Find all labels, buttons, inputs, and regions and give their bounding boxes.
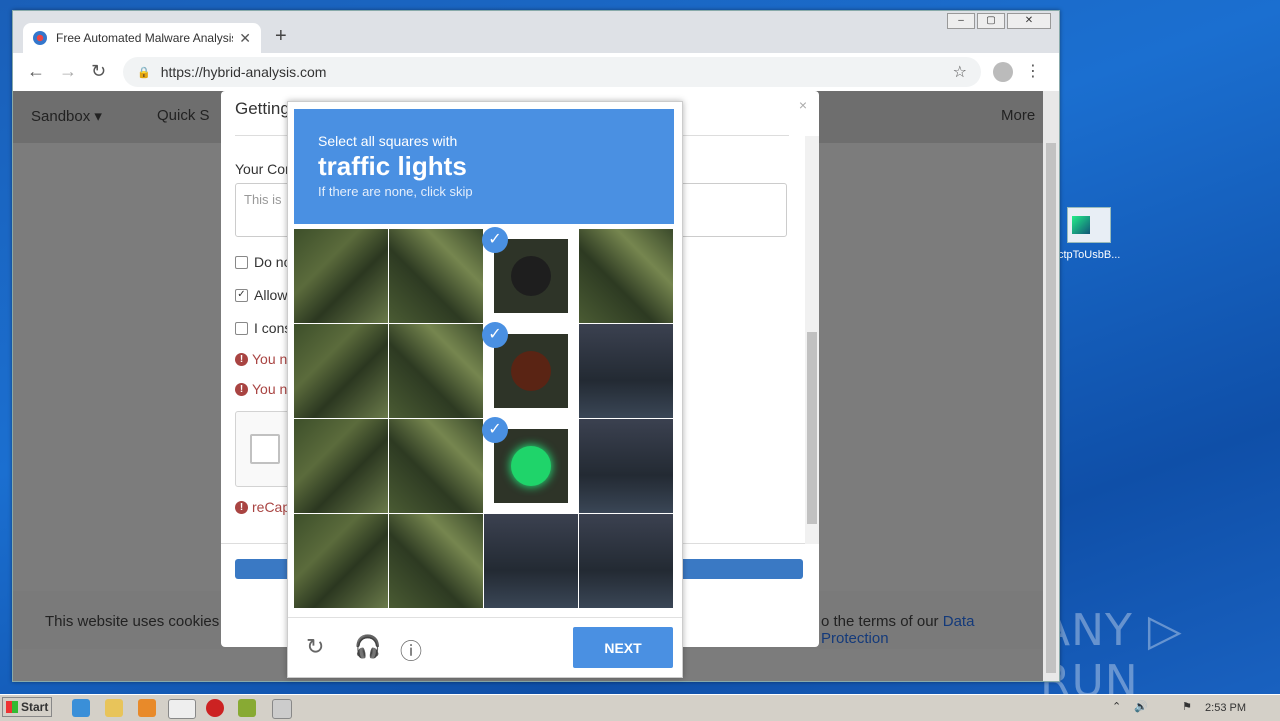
error-message: ! You n [235, 351, 287, 367]
desktop-icon-label: ctpToUsbB... [1058, 249, 1121, 261]
bookmark-star-icon[interactable]: ☆ [953, 62, 967, 82]
recaptcha-challenge: Select all squares with traffic lights I… [287, 101, 683, 678]
reload-icon[interactable]: ↻ [91, 61, 106, 82]
captcha-tile[interactable]: ✓ [482, 322, 578, 418]
recaptcha-checkbox[interactable] [250, 434, 280, 464]
back-icon[interactable]: ← [27, 61, 45, 82]
captcha-tile[interactable] [579, 514, 673, 608]
start-button[interactable]: Start [2, 697, 52, 717]
error-icon: ! [235, 500, 248, 514]
modal-scrollbar[interactable] [805, 136, 819, 544]
nav-sandbox[interactable]: Sandbox ▾ [31, 107, 102, 125]
window-controls: – ▢ ✕ [947, 13, 1051, 29]
nav-more[interactable]: More [1001, 107, 1035, 124]
modal-close-icon[interactable]: × [799, 97, 807, 113]
captcha-tile[interactable]: ✓ [482, 227, 578, 323]
checkbox-checked-icon[interactable]: ✓ [235, 288, 248, 302]
profile-avatar-icon[interactable] [993, 62, 1013, 82]
close-window-button[interactable]: ✕ [1007, 13, 1051, 29]
anyrun-watermark: ANY ▷ RUN [1040, 605, 1183, 707]
winrar-icon[interactable] [238, 699, 256, 717]
taskbar: Start ⌃ 🔊 ⚑ 2:53 PM [0, 694, 1280, 721]
maximize-button[interactable]: ▢ [977, 13, 1005, 29]
captcha-tile[interactable] [294, 419, 388, 513]
selected-check-icon: ✓ [482, 417, 508, 443]
desktop-file-icon[interactable]: ctpToUsbB... [1058, 207, 1120, 261]
captcha-tile[interactable] [389, 229, 483, 323]
captcha-tile[interactable] [579, 419, 673, 513]
checkbox-consent[interactable]: I cons [235, 320, 291, 336]
captcha-tile[interactable] [389, 324, 483, 418]
captcha-tile[interactable] [484, 514, 578, 608]
captcha-tile[interactable] [579, 324, 673, 418]
explorer-icon[interactable] [105, 699, 123, 717]
nav-quick-scan[interactable]: Quick S [157, 107, 210, 124]
cookie-text-right: o the terms of our Data Protection [821, 613, 975, 647]
instruction-line3: If there are none, click skip [318, 184, 473, 199]
ie-icon[interactable] [72, 699, 90, 717]
captcha-tile[interactable] [294, 514, 388, 608]
recaptcha-error: ! reCap [235, 499, 290, 515]
comment-label: Your Cor [235, 161, 290, 177]
opera-icon[interactable] [206, 699, 224, 717]
captcha-tile[interactable]: ✓ [482, 417, 578, 513]
browser-tab[interactable]: Free Automated Malware Analysis Service … [23, 23, 261, 53]
image-grid: ✓ ✓ ✓ [294, 227, 674, 609]
window-taskbar-icon[interactable] [272, 699, 292, 719]
forward-icon[interactable]: → [59, 61, 77, 82]
close-tab-icon[interactable]: ✕ [239, 30, 251, 47]
captcha-tile[interactable] [294, 324, 388, 418]
flag-icon[interactable]: ⚑ [1182, 700, 1192, 713]
minimize-button[interactable]: – [947, 13, 975, 29]
instruction-target: traffic lights [318, 151, 467, 181]
tab-title: Free Automated Malware Analysis Service [56, 31, 234, 45]
lock-icon: 🔒 [137, 66, 151, 79]
address-bar[interactable]: 🔒 https://hybrid-analysis.com ☆ [123, 57, 981, 87]
challenge-footer: ↻ 🎧 ⓘ NEXT [288, 617, 682, 678]
next-button[interactable]: NEXT [573, 627, 673, 668]
clock[interactable]: 2:53 PM [1205, 702, 1246, 714]
audio-challenge-icon[interactable]: 🎧 [354, 634, 381, 660]
selected-check-icon: ✓ [482, 322, 508, 348]
new-tab-button[interactable]: + [275, 25, 287, 48]
volume-icon[interactable]: 🔊 [1134, 700, 1148, 713]
captcha-tile[interactable] [579, 229, 673, 323]
error-icon: ! [235, 382, 248, 396]
favicon-icon [33, 31, 47, 45]
selected-check-icon: ✓ [482, 227, 508, 253]
kebab-menu-icon[interactable]: ⋮ [1025, 61, 1041, 81]
instruction-line1: Select all squares with [318, 133, 458, 149]
info-icon[interactable]: ⓘ [400, 634, 422, 666]
page-scrollbar[interactable] [1043, 91, 1059, 681]
captcha-tile[interactable] [389, 514, 483, 608]
challenge-header: Select all squares with traffic lights I… [294, 109, 674, 224]
file-thumbnail-icon [1067, 207, 1111, 243]
cookie-text-left: This website uses cookies to [45, 613, 236, 630]
media-player-icon[interactable] [138, 699, 156, 717]
system-tray: ⌃ 🔊 ⚑ 2:53 PM [1102, 695, 1280, 721]
error-message: ! You n [235, 381, 287, 397]
checkbox-icon[interactable] [235, 321, 248, 335]
captcha-tile[interactable] [389, 419, 483, 513]
error-icon: ! [235, 352, 248, 366]
reload-challenge-icon[interactable]: ↻ [306, 634, 324, 660]
browser-toolbar: ← → ↻ 🔒 https://hybrid-analysis.com ☆ ⋮ [13, 53, 1059, 91]
checkbox-do-not[interactable]: Do no [235, 254, 291, 270]
checkbox-icon[interactable] [235, 255, 248, 269]
chrome-taskbar-icon[interactable] [168, 699, 196, 719]
url-text[interactable]: https://hybrid-analysis.com [161, 64, 327, 80]
tray-expand-icon[interactable]: ⌃ [1112, 700, 1121, 713]
windows-logo-icon [6, 701, 18, 713]
captcha-tile[interactable] [294, 229, 388, 323]
checkbox-allow[interactable]: ✓ Allow [235, 287, 287, 303]
